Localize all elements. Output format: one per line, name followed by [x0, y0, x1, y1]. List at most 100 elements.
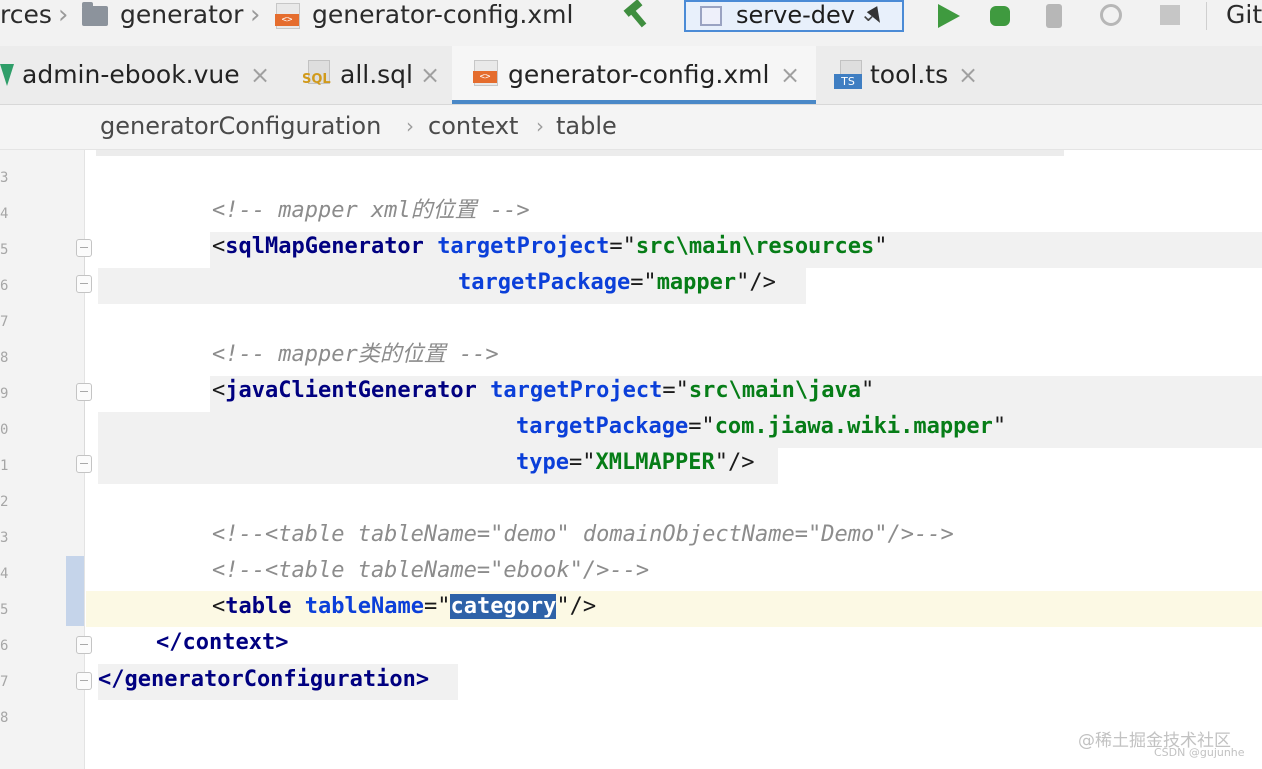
- xml-badge: <>: [275, 14, 299, 26]
- attr-target-package: targetPackage: [516, 414, 689, 439]
- line-number-fragment: 8: [0, 710, 9, 726]
- line-number-fragment: 8: [0, 350, 9, 366]
- line-number-fragment: 7: [0, 314, 9, 330]
- close-context-tag: </context>: [156, 630, 289, 655]
- line-number-fragment: 4: [0, 206, 9, 222]
- fold-marker[interactable]: [76, 239, 92, 257]
- nav-separator: ›: [58, 0, 69, 30]
- attr-type: type: [516, 450, 569, 475]
- line-number-fragment: 6: [0, 638, 9, 654]
- attr-target-project: targetProject: [437, 234, 610, 259]
- close-quote: ": [861, 378, 875, 403]
- nav-crumb-resources[interactable]: rces: [0, 0, 52, 30]
- nav-separator: ›: [250, 0, 261, 30]
- tag-open-bracket: <: [212, 378, 226, 403]
- line-number-fragment: 3: [0, 530, 9, 546]
- javaclient-project-value: src\main\java: [688, 378, 862, 403]
- code-line: targetPackage="com.jiawa.wiki.mapper": [516, 409, 1006, 445]
- run-play-icon[interactable]: [934, 2, 962, 28]
- run-config-label: serve-dev: [736, 1, 855, 29]
- nav-crumb-generator[interactable]: generator: [120, 0, 243, 30]
- equals-quote: =": [630, 270, 657, 295]
- breadcrumb-generatorConfiguration[interactable]: generatorConfiguration: [100, 111, 381, 141]
- ts-file-icon: TS: [834, 60, 866, 90]
- code-line: </context>: [156, 625, 288, 661]
- attr-target-project: targetProject: [490, 378, 663, 403]
- code-line: <!-- mapper类的位置 -->: [212, 337, 499, 373]
- folder-icon: [82, 2, 108, 26]
- tab-generator-config-xml[interactable]: <> generator-config.xml ×: [452, 46, 816, 104]
- line-number-fragment: 5: [0, 242, 9, 258]
- fold-guide: [84, 257, 85, 275]
- equals-quote: =": [609, 234, 636, 259]
- toolbar-divider: [1206, 2, 1207, 30]
- tab-admin-ebook-vue[interactable]: admin-ebook.vue ×: [0, 46, 284, 104]
- ts-file-badge: TS: [834, 74, 862, 89]
- fold-marker[interactable]: [76, 672, 92, 690]
- equals-quote: =": [688, 414, 715, 439]
- comment-sql-map: <!-- mapper xml的位置 -->: [212, 198, 530, 223]
- code-line: <javaClientGenerator targetProject="src\…: [212, 373, 874, 409]
- vcs-change-marker[interactable]: [66, 556, 84, 626]
- self-close: "/>: [714, 450, 755, 475]
- watermark-csdn: CSDN @gujunhe: [1154, 746, 1245, 759]
- javaclient-tag: javaClientGenerator: [225, 378, 477, 403]
- fold-marker[interactable]: [76, 383, 92, 401]
- close-quote: ": [992, 414, 1007, 439]
- equals-quote: =": [568, 450, 596, 475]
- self-close: "/>: [556, 594, 597, 619]
- editor-gutter: 3 4 5 6 7 8 9 0 1 2 3 4 5 6 7 8: [0, 150, 85, 769]
- fold-marker[interactable]: [76, 275, 92, 293]
- close-icon[interactable]: ×: [420, 58, 440, 92]
- selected-table-value[interactable]: category: [450, 594, 557, 619]
- scrolled-line-fragment: [96, 150, 1064, 156]
- tab-all-sql[interactable]: SQL all.sql ×: [302, 46, 448, 104]
- equals-quote: =": [662, 378, 689, 403]
- git-menu[interactable]: Git: [1226, 0, 1262, 30]
- code-line: </generatorConfiguration>: [98, 662, 429, 698]
- stop-icon[interactable]: [1156, 2, 1184, 28]
- code-editor[interactable]: <!-- mapper xml的位置 --> <sqlMapGenerator …: [86, 150, 1262, 769]
- run-configuration-dropdown[interactable]: serve-dev ⌄: [684, 0, 904, 32]
- debug-bug-icon[interactable]: [986, 2, 1014, 28]
- build-hammer-icon[interactable]: [622, 2, 650, 28]
- tab-label: tool.ts: [870, 60, 949, 89]
- self-close: "/>: [736, 270, 776, 295]
- close-icon[interactable]: ×: [250, 58, 270, 92]
- code-line: <!--<table tableName="ebook"/>-->: [212, 553, 649, 589]
- tag-open-bracket: <: [212, 234, 226, 259]
- line-number-fragment: 9: [0, 386, 9, 402]
- fold-marker[interactable]: [76, 636, 92, 654]
- close-root-tag: </generatorConfiguration>: [98, 667, 430, 692]
- profile-icon[interactable]: [1098, 2, 1126, 28]
- tab-label: admin-ebook.vue: [22, 60, 240, 89]
- comment-table-demo: <!--<table tableName="demo" domainObject…: [212, 522, 954, 547]
- run-config-icon: [700, 6, 722, 26]
- comment-table-ebook: <!--<table tableName="ebook"/>-->: [212, 558, 650, 583]
- tab-tool-ts[interactable]: TS tool.ts ×: [834, 46, 984, 104]
- vue-icon: [0, 64, 14, 86]
- line-number-fragment: 4: [0, 566, 9, 582]
- editor-tab-bar: admin-ebook.vue × SQL all.sql × <> gener…: [0, 46, 1262, 105]
- line-number-fragment: 2: [0, 494, 9, 510]
- nav-crumb-file[interactable]: generator-config.xml: [312, 0, 573, 30]
- close-icon[interactable]: ×: [958, 58, 978, 92]
- attr-table-name: tableName: [304, 594, 424, 619]
- xml-file-icon: <>: [275, 3, 300, 29]
- code-line: <sqlMapGenerator targetProject="src\main…: [212, 229, 888, 265]
- code-line: <!--<table tableName="demo" domainObject…: [212, 517, 954, 553]
- code-line: <!-- mapper xml的位置 -->: [212, 193, 530, 229]
- breadcrumb-table[interactable]: table: [556, 111, 617, 141]
- fold-guide: [84, 401, 85, 455]
- equals-quote: =": [423, 594, 451, 619]
- breadcrumb-separator: ›: [536, 114, 544, 138]
- run-with-coverage-icon[interactable]: [1042, 2, 1070, 28]
- breadcrumb-context[interactable]: context: [428, 111, 518, 141]
- sqlmap-package-value: mapper: [656, 270, 737, 295]
- fold-marker[interactable]: [76, 455, 92, 473]
- xml-file-icon: <>: [473, 60, 498, 86]
- sqlmap-tag: sqlMapGenerator: [225, 234, 424, 259]
- navigation-bar: rces › generator › <> generator-config.x…: [0, 0, 1262, 47]
- breadcrumb-separator: ›: [406, 114, 414, 138]
- close-icon[interactable]: ×: [780, 58, 800, 92]
